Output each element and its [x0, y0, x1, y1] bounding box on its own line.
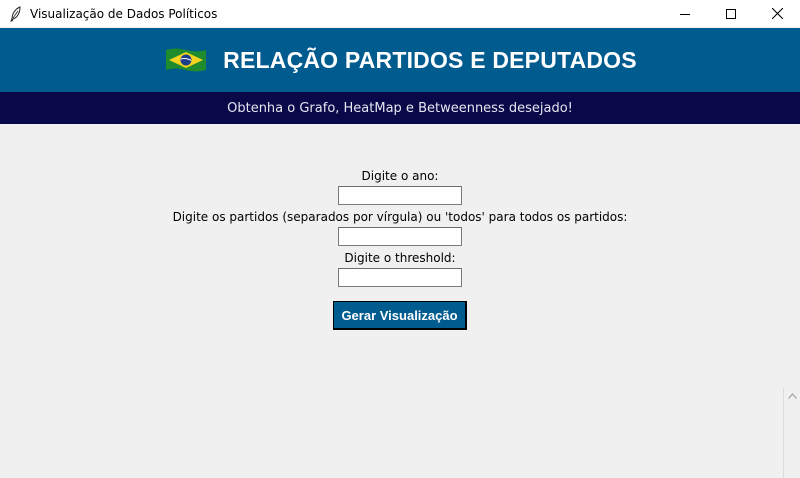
page-title: RELAÇÃO PARTIDOS E DEPUTADOS — [223, 46, 637, 73]
header-banner: RELAÇÃO PARTIDOS E DEPUTADOS — [0, 28, 800, 92]
maximize-button[interactable] — [708, 0, 754, 27]
chevron-up-icon[interactable] — [788, 393, 797, 399]
year-input[interactable] — [338, 186, 462, 205]
brazil-flag-icon — [166, 48, 207, 72]
threshold-label: Digite o threshold: — [344, 251, 456, 265]
year-label: Digite o ano: — [361, 169, 439, 183]
minimize-icon — [680, 13, 690, 15]
close-button[interactable] — [754, 0, 800, 27]
subtitle-text: Obtenha o Grafo, HeatMap e Betweenness d… — [227, 100, 573, 116]
title-bar: Visualização de Dados Políticos — [0, 0, 800, 27]
generate-visualization-button[interactable]: Gerar Visualização — [333, 301, 467, 330]
close-icon — [771, 8, 783, 19]
visualization-form: Digite o ano: Digite os partidos (separa… — [0, 124, 800, 330]
parties-input[interactable] — [338, 227, 462, 246]
window-title: Visualização de Dados Políticos — [30, 6, 218, 21]
vertical-scrollbar[interactable] — [783, 388, 800, 478]
feather-icon — [10, 5, 21, 21]
window-controls — [662, 0, 800, 27]
subtitle-banner: Obtenha o Grafo, HeatMap e Betweenness d… — [0, 92, 800, 124]
minimize-button[interactable] — [662, 0, 708, 27]
threshold-input[interactable] — [338, 268, 462, 287]
maximize-icon — [726, 8, 736, 19]
parties-label: Digite os partidos (separados por vírgul… — [172, 210, 628, 224]
